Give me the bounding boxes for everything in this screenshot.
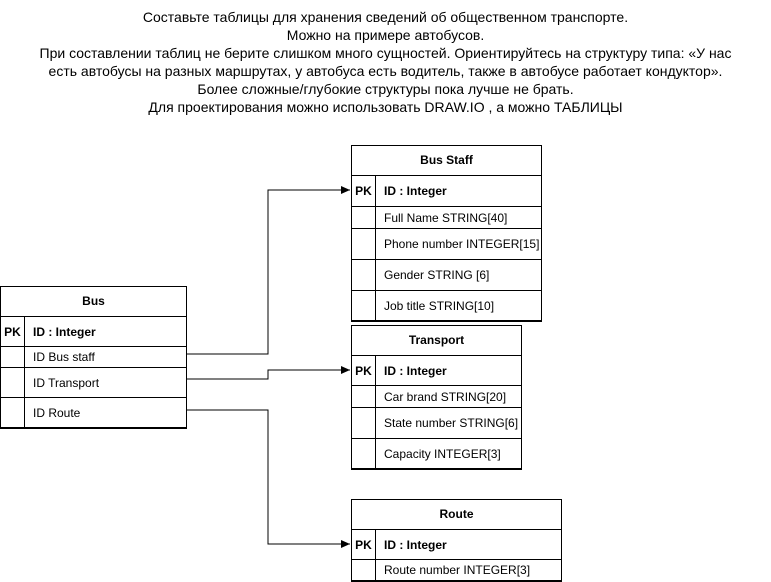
- pk-field: ID : Integer: [33, 324, 96, 339]
- key-cell: [1, 368, 25, 397]
- table-route[interactable]: Route PK ID : Integer Route number INTEG…: [351, 499, 562, 581]
- table-title: Transport: [352, 326, 521, 356]
- pk-row[interactable]: PK ID : Integer: [352, 176, 541, 207]
- field-name: Capacity INTEGER[3]: [384, 446, 501, 461]
- field-row[interactable]: ID Bus staff: [1, 347, 186, 368]
- key-cell: [352, 386, 376, 407]
- field-name: ID Route: [33, 405, 81, 420]
- pk-row[interactable]: PK ID : Integer: [1, 317, 186, 347]
- field-row[interactable]: Capacity INTEGER[3]: [352, 438, 521, 468]
- field-name: ID Transport: [33, 375, 100, 390]
- pk-label: PK: [1, 317, 25, 346]
- field-name: State number STRING[6]: [384, 416, 519, 430]
- table-bus[interactable]: Bus PK ID : Integer ID Bus staff ID Tran…: [0, 286, 187, 428]
- pk-row[interactable]: PK ID : Integer: [352, 530, 561, 560]
- key-cell: [352, 260, 376, 290]
- field-name: ID Bus staff: [33, 350, 95, 364]
- pk-field: ID : Integer: [384, 184, 447, 198]
- field-name: Car brand STRING[20]: [384, 389, 507, 404]
- key-cell: [1, 347, 25, 367]
- key-cell: [352, 408, 376, 438]
- table-title: Route: [352, 500, 561, 530]
- key-cell: [352, 560, 376, 580]
- pk-field: ID : Integer: [384, 537, 447, 552]
- table-transport[interactable]: Transport PK ID : Integer Car brand STRI…: [351, 325, 522, 469]
- link-bus-to-transport[interactable]: [186, 366, 350, 380]
- key-cell: [352, 207, 376, 228]
- table-title: Bus Staff: [352, 146, 541, 176]
- field-name: Phone number INTEGER[15]: [384, 237, 540, 251]
- key-cell: [1, 398, 25, 427]
- link-bus-to-route[interactable]: [186, 409, 350, 548]
- pk-label: PK: [352, 356, 376, 385]
- table-title: Bus: [1, 287, 186, 317]
- field-row[interactable]: Job title STRING[10]: [352, 290, 541, 320]
- pk-label: PK: [352, 176, 376, 206]
- key-cell: [352, 291, 376, 320]
- field-row[interactable]: ID Transport: [1, 368, 186, 398]
- field-name: Full Name STRING[40]: [384, 210, 508, 225]
- pk-label: PK: [352, 530, 376, 559]
- field-row[interactable]: ID Route: [1, 398, 186, 427]
- field-row[interactable]: Route number INTEGER[3]: [352, 560, 561, 580]
- key-cell: [352, 439, 376, 468]
- table-bus-staff[interactable]: Bus Staff PK ID : Integer Full Name STRI…: [351, 145, 542, 321]
- link-bus-to-bus-staff[interactable]: [186, 186, 350, 355]
- field-row[interactable]: Phone number INTEGER[15]: [352, 228, 541, 259]
- field-name: Job title STRING[10]: [384, 298, 495, 313]
- pk-field: ID : Integer: [384, 363, 447, 378]
- field-row[interactable]: State number STRING[6]: [352, 407, 521, 438]
- pk-row[interactable]: PK ID : Integer: [352, 356, 521, 386]
- field-row[interactable]: Full Name STRING[40]: [352, 207, 541, 228]
- field-name: Route number INTEGER[3]: [384, 563, 531, 577]
- field-name: Gender STRING [6]: [384, 268, 490, 282]
- field-row[interactable]: Gender STRING [6]: [352, 259, 541, 290]
- field-row[interactable]: Car brand STRING[20]: [352, 386, 521, 407]
- key-cell: [352, 229, 376, 259]
